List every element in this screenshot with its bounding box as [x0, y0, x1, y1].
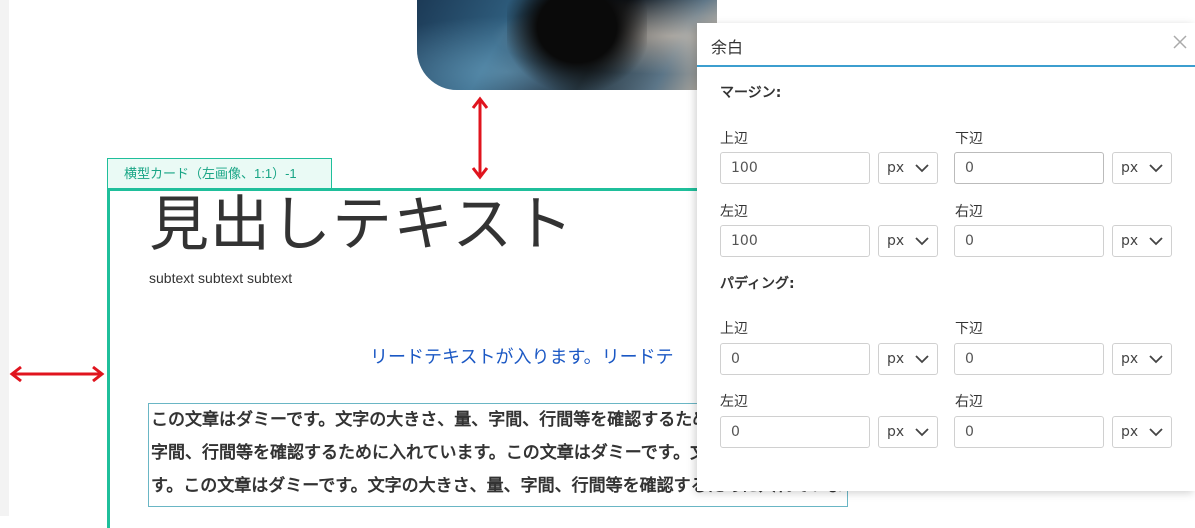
margin-bottom-input[interactable]	[954, 152, 1104, 184]
margin-top-unit-value: px	[887, 160, 905, 176]
margin-bottom-unit-value: px	[1121, 160, 1139, 176]
margin-left-unit-value: px	[887, 233, 905, 249]
chevron-down-icon	[1149, 164, 1163, 173]
margin-left-input[interactable]	[720, 225, 870, 257]
horizontal-spacing-arrow-icon	[9, 365, 105, 383]
card-subtext: subtext subtext subtext	[149, 270, 293, 286]
padding-left-input[interactable]	[720, 416, 870, 448]
close-icon[interactable]	[1171, 33, 1189, 51]
spacing-dialog: 余白 マージン: 上辺 px 下辺 px 左辺 px 右辺 px パディング: …	[697, 23, 1195, 491]
padding-top-unit-select[interactable]: px	[878, 343, 938, 375]
dialog-title: 余白	[711, 38, 744, 57]
chevron-down-icon	[915, 237, 929, 246]
padding-left-label: 左辺	[720, 394, 748, 410]
padding-top-unit-value: px	[887, 351, 905, 367]
margin-right-input[interactable]	[954, 225, 1104, 257]
margin-right-unit-select[interactable]: px	[1112, 225, 1172, 257]
card-lead-text: リードテキストが入ります。リードテ	[370, 347, 674, 368]
vertical-spacing-arrow-icon	[471, 96, 489, 180]
chevron-down-icon	[915, 428, 929, 437]
margin-top-input[interactable]	[720, 152, 870, 184]
padding-right-label: 右辺	[955, 394, 983, 410]
hero-image	[417, 0, 717, 90]
padding-top-label: 上辺	[720, 321, 748, 337]
padding-right-unit-value: px	[1121, 424, 1139, 440]
padding-bottom-unit-value: px	[1121, 351, 1139, 367]
chevron-down-icon	[1149, 355, 1163, 364]
chevron-down-icon	[915, 164, 929, 173]
margin-right-unit-value: px	[1121, 233, 1139, 249]
page-gutter	[0, 0, 9, 516]
dialog-header: 余白	[697, 23, 1195, 67]
margin-bottom-label: 下辺	[955, 131, 983, 147]
margin-left-unit-select[interactable]: px	[878, 225, 938, 257]
card-heading: 見出しテキスト	[149, 190, 575, 260]
chevron-down-icon	[1149, 237, 1163, 246]
padding-left-unit-select[interactable]: px	[878, 416, 938, 448]
hero-image-subject	[507, 0, 647, 90]
padding-right-unit-select[interactable]: px	[1112, 416, 1172, 448]
card-component-tab[interactable]: 横型カード（左画像、1:1）-1	[107, 158, 332, 188]
margin-bottom-unit-select[interactable]: px	[1112, 152, 1172, 184]
padding-top-input[interactable]	[720, 343, 870, 375]
chevron-down-icon	[1149, 428, 1163, 437]
margin-left-label: 左辺	[720, 204, 748, 220]
padding-bottom-input[interactable]	[954, 343, 1104, 375]
margin-section-title: マージン:	[720, 85, 782, 101]
padding-bottom-label: 下辺	[955, 321, 983, 337]
margin-top-unit-select[interactable]: px	[878, 152, 938, 184]
margin-top-label: 上辺	[720, 131, 748, 147]
padding-right-input[interactable]	[954, 416, 1104, 448]
padding-bottom-unit-select[interactable]: px	[1112, 343, 1172, 375]
padding-section-title: パディング:	[720, 276, 795, 292]
chevron-down-icon	[915, 355, 929, 364]
margin-right-label: 右辺	[955, 204, 983, 220]
padding-left-unit-value: px	[887, 424, 905, 440]
